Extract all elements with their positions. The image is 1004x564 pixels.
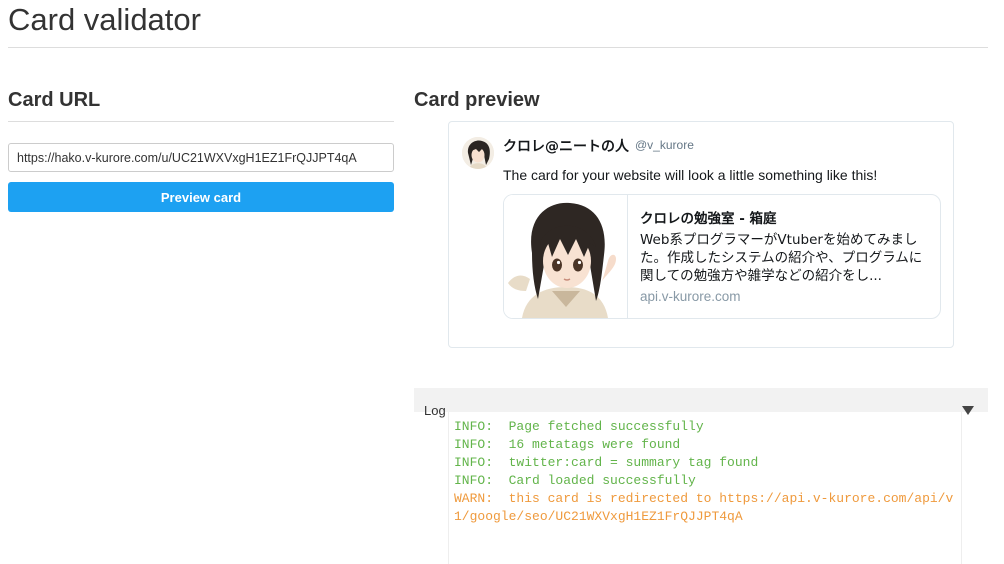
log-header[interactable]: Log (414, 388, 988, 418)
tweet-display-name: クロレ@ニートの人 (503, 139, 629, 155)
triangle-down-icon[interactable] (962, 406, 974, 415)
card-url-input[interactable] (8, 143, 394, 172)
card-description: Web系プログラマーがVtuberを始めてみました。作成したシステムの紹介や、プ… (640, 232, 923, 284)
tweet-preview: クロレ@ニートの人 @v_kurore The card for your we… (448, 121, 954, 348)
log-line: INFO: 16 metatags were found (454, 437, 681, 452)
log-line: WARN: this card is redirected to https:/… (454, 491, 954, 524)
title-divider (8, 47, 988, 48)
log-output: INFO: Page fetched successfully INFO: 16… (448, 412, 962, 564)
log-line: INFO: twitter:card = summary tag found (454, 455, 759, 470)
card-title: クロレの勉強室 - 箱庭 (640, 211, 777, 227)
log-label: Log (424, 403, 446, 418)
tweet-text: The card for your website will look a li… (503, 167, 878, 183)
summary-card[interactable]: クロレの勉強室 - 箱庭 Web系プログラマーがVtuberを始めてみました。作… (503, 194, 941, 319)
card-url-divider (8, 121, 394, 122)
tweet-handle: @v_kurore (635, 138, 694, 152)
preview-card-button[interactable]: Preview card (8, 182, 394, 212)
log-line: INFO: Card loaded successfully (454, 473, 696, 488)
avatar (462, 137, 494, 169)
card-preview-heading: Card preview (414, 89, 540, 111)
page-title: Card validator (8, 2, 201, 37)
card-domain: api.v-kurore.com (640, 289, 741, 304)
card-validator-page: Card validator Card URL Preview card Car… (0, 0, 1004, 564)
card-url-heading: Card URL (8, 89, 101, 111)
log-line: INFO: Page fetched successfully (454, 419, 704, 434)
card-thumbnail (504, 195, 628, 318)
